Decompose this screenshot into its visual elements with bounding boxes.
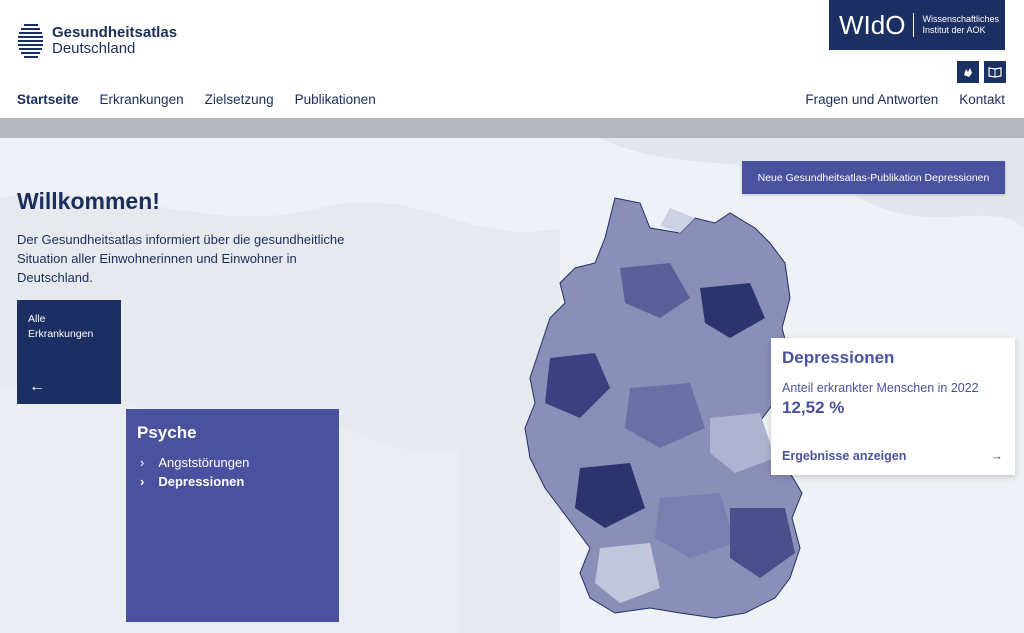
card-metric-label: Anteil erkrankter Menschen in 2022 <box>782 381 979 395</box>
nav-publikationen[interactable]: Publikationen <box>295 92 376 107</box>
chevron-right-icon: › <box>140 455 145 470</box>
category-panel-psyche: Psyche › Angststörungen › Depressionen <box>126 409 339 622</box>
hero-section: Willkommen! Der Gesundheitsatlas informi… <box>0 138 1024 633</box>
arrow-right-icon: → <box>990 449 1004 463</box>
category-item-depressionen[interactable]: › Depressionen <box>137 472 328 491</box>
show-results-link[interactable]: Ergebnisse anzeigen → <box>782 449 1003 463</box>
card-title: Depressionen <box>782 348 895 367</box>
category-item-angststoerungen[interactable]: › Angststörungen <box>137 453 328 472</box>
easy-read-book-icon[interactable] <box>984 61 1006 83</box>
main-nav: Startseite Erkrankungen Zielsetzung Publ… <box>17 92 376 107</box>
category-title: Psyche <box>137 423 197 442</box>
arrow-left-icon: ← <box>29 378 45 395</box>
wido-divider <box>913 13 915 37</box>
intro-text: Der Gesundheitsatlas informiert über die… <box>17 232 345 285</box>
logo-mark-icon <box>18 24 43 58</box>
wido-wordmark: WIdO <box>839 9 906 40</box>
logo-subtitle: Deutschland <box>52 40 136 57</box>
utility-icons <box>957 61 1006 83</box>
header-divider-bar <box>0 118 1024 138</box>
card-metric-value: 12,52 % <box>782 398 845 417</box>
secondary-nav: Fragen und Antworten Kontakt <box>805 92 1005 107</box>
nav-kontakt[interactable]: Kontakt <box>959 92 1005 107</box>
sign-language-icon[interactable] <box>957 61 979 83</box>
wido-logo[interactable]: WIdO Wissenschaftliches Institut der AOK <box>829 0 1005 50</box>
site-logo[interactable]: Gesundheitsatlas Deutschland <box>18 22 177 60</box>
nav-faq[interactable]: Fragen und Antworten <box>805 92 938 107</box>
result-card: Depressionen Anteil erkrankter Menschen … <box>771 338 1015 475</box>
germany-district-map[interactable] <box>520 188 805 628</box>
page-title: Willkommen! <box>17 188 160 214</box>
wido-subtitle: Wissenschaftliches Institut der AOK <box>922 14 999 35</box>
site-header: Gesundheitsatlas Deutschland WIdO Wissen… <box>0 0 1024 118</box>
all-diseases-button[interactable]: Alle Erkrankungen ← <box>17 300 121 404</box>
nav-startseite[interactable]: Startseite <box>17 92 79 107</box>
nav-erkrankungen[interactable]: Erkrankungen <box>100 92 184 107</box>
logo-title: Gesundheitsatlas <box>52 24 178 41</box>
chevron-right-icon: › <box>140 474 145 489</box>
nav-zielsetzung[interactable]: Zielsetzung <box>205 92 274 107</box>
